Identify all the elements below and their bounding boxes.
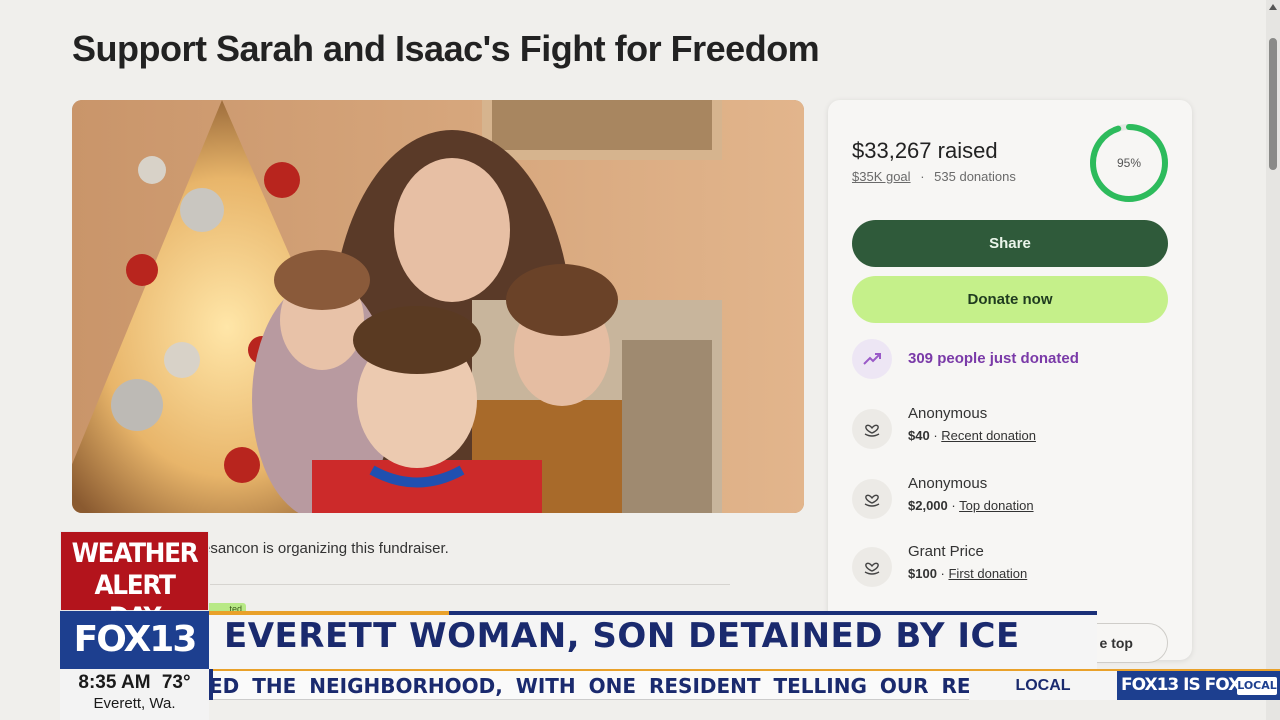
donor-name: Anonymous [908,405,988,422]
page-title: Support Sarah and Isaac's Fight for Free… [72,28,820,69]
ticker-text: ED THE NEIGHBORHOOD, WITH ONE RESIDENT T… [209,674,969,698]
donor-name: Anonymous [908,475,988,492]
time-temp: 8:35 AM 73° [60,672,209,694]
donor-item: Anonymous $40 · Recent donation [852,405,1172,451]
donor-item: Anonymous $2,000 · Top donation [852,475,1172,521]
donor-amount: $40 [908,428,930,443]
amount-raised: $33,267 raised [852,138,998,163]
scrollbar[interactable] [1266,0,1280,720]
goal-separator: · [920,169,925,184]
recent-activity: 309 people just donated [908,350,1079,367]
brand-bug: FOX13 IS FOX LOCAL [1117,669,1280,700]
donor-type-link[interactable]: Top donation [959,498,1033,513]
broadcast-time: 8:35 AM [78,672,151,693]
location: Everett, Wa. [93,695,176,712]
donor-amount: $2,000 [908,498,948,513]
goal-summary: $35K goal · 535 donations [852,169,1016,184]
donor-item: Grant Price $100 · First donation [852,543,1172,589]
fundraiser-photo [72,100,804,513]
donor-meta: $2,000 · Top donation [908,498,1034,513]
share-button[interactable]: Share [852,220,1168,267]
scrollbar-thumb[interactable] [1269,38,1277,170]
donor-type-link[interactable]: First donation [948,566,1027,581]
scroll-up-arrow-icon[interactable] [1269,4,1277,10]
station-logo-text: FOX13 [73,619,198,660]
news-ticker: ED THE NEIGHBORHOOD, WITH ONE RESIDENT T… [209,669,969,700]
brand-text: FOX13 IS FOX [1121,675,1241,695]
donation-count: 535 donations [934,169,1016,184]
ticker-edge [209,669,213,700]
time-weather-box: 8:35 AM 73° Everett, Wa. [60,669,209,720]
donor-type-link[interactable]: Recent donation [941,428,1036,443]
section-label: LOCAL [969,669,1117,700]
headline-accent [209,611,449,615]
heart-hand-icon [852,547,892,587]
heart-hand-icon [852,479,892,519]
donor-meta: $100 · First donation [908,566,1028,581]
organizer-text: esancon is organizing this fundraiser. [202,540,449,557]
goal-link[interactable]: $35K goal [852,169,911,184]
weather-alert-badge: WEATHER ALERT DAY [60,531,209,633]
trending-up-icon [852,339,892,379]
donor-amount: $100 [908,566,937,581]
station-logo: FOX13 [60,611,209,669]
donate-now-button[interactable]: Donate now [852,276,1168,323]
donor-name: Grant Price [908,543,984,560]
divider [210,584,730,585]
news-headline: EVERETT WOMAN, SON DETAINED BY ICE [224,616,1020,656]
alert-line-1: WEATHER [71,538,199,569]
brand-local-tag: LOCAL [1237,677,1277,695]
temperature: 73° [161,672,191,693]
donor-meta: $40 · Recent donation [908,428,1036,443]
heart-hand-icon [852,409,892,449]
section-label-text: LOCAL [1015,677,1071,694]
donation-card: $33,267 raised $35K goal · 535 donations… [828,100,1192,660]
progress-label: 95% [1116,156,1142,170]
